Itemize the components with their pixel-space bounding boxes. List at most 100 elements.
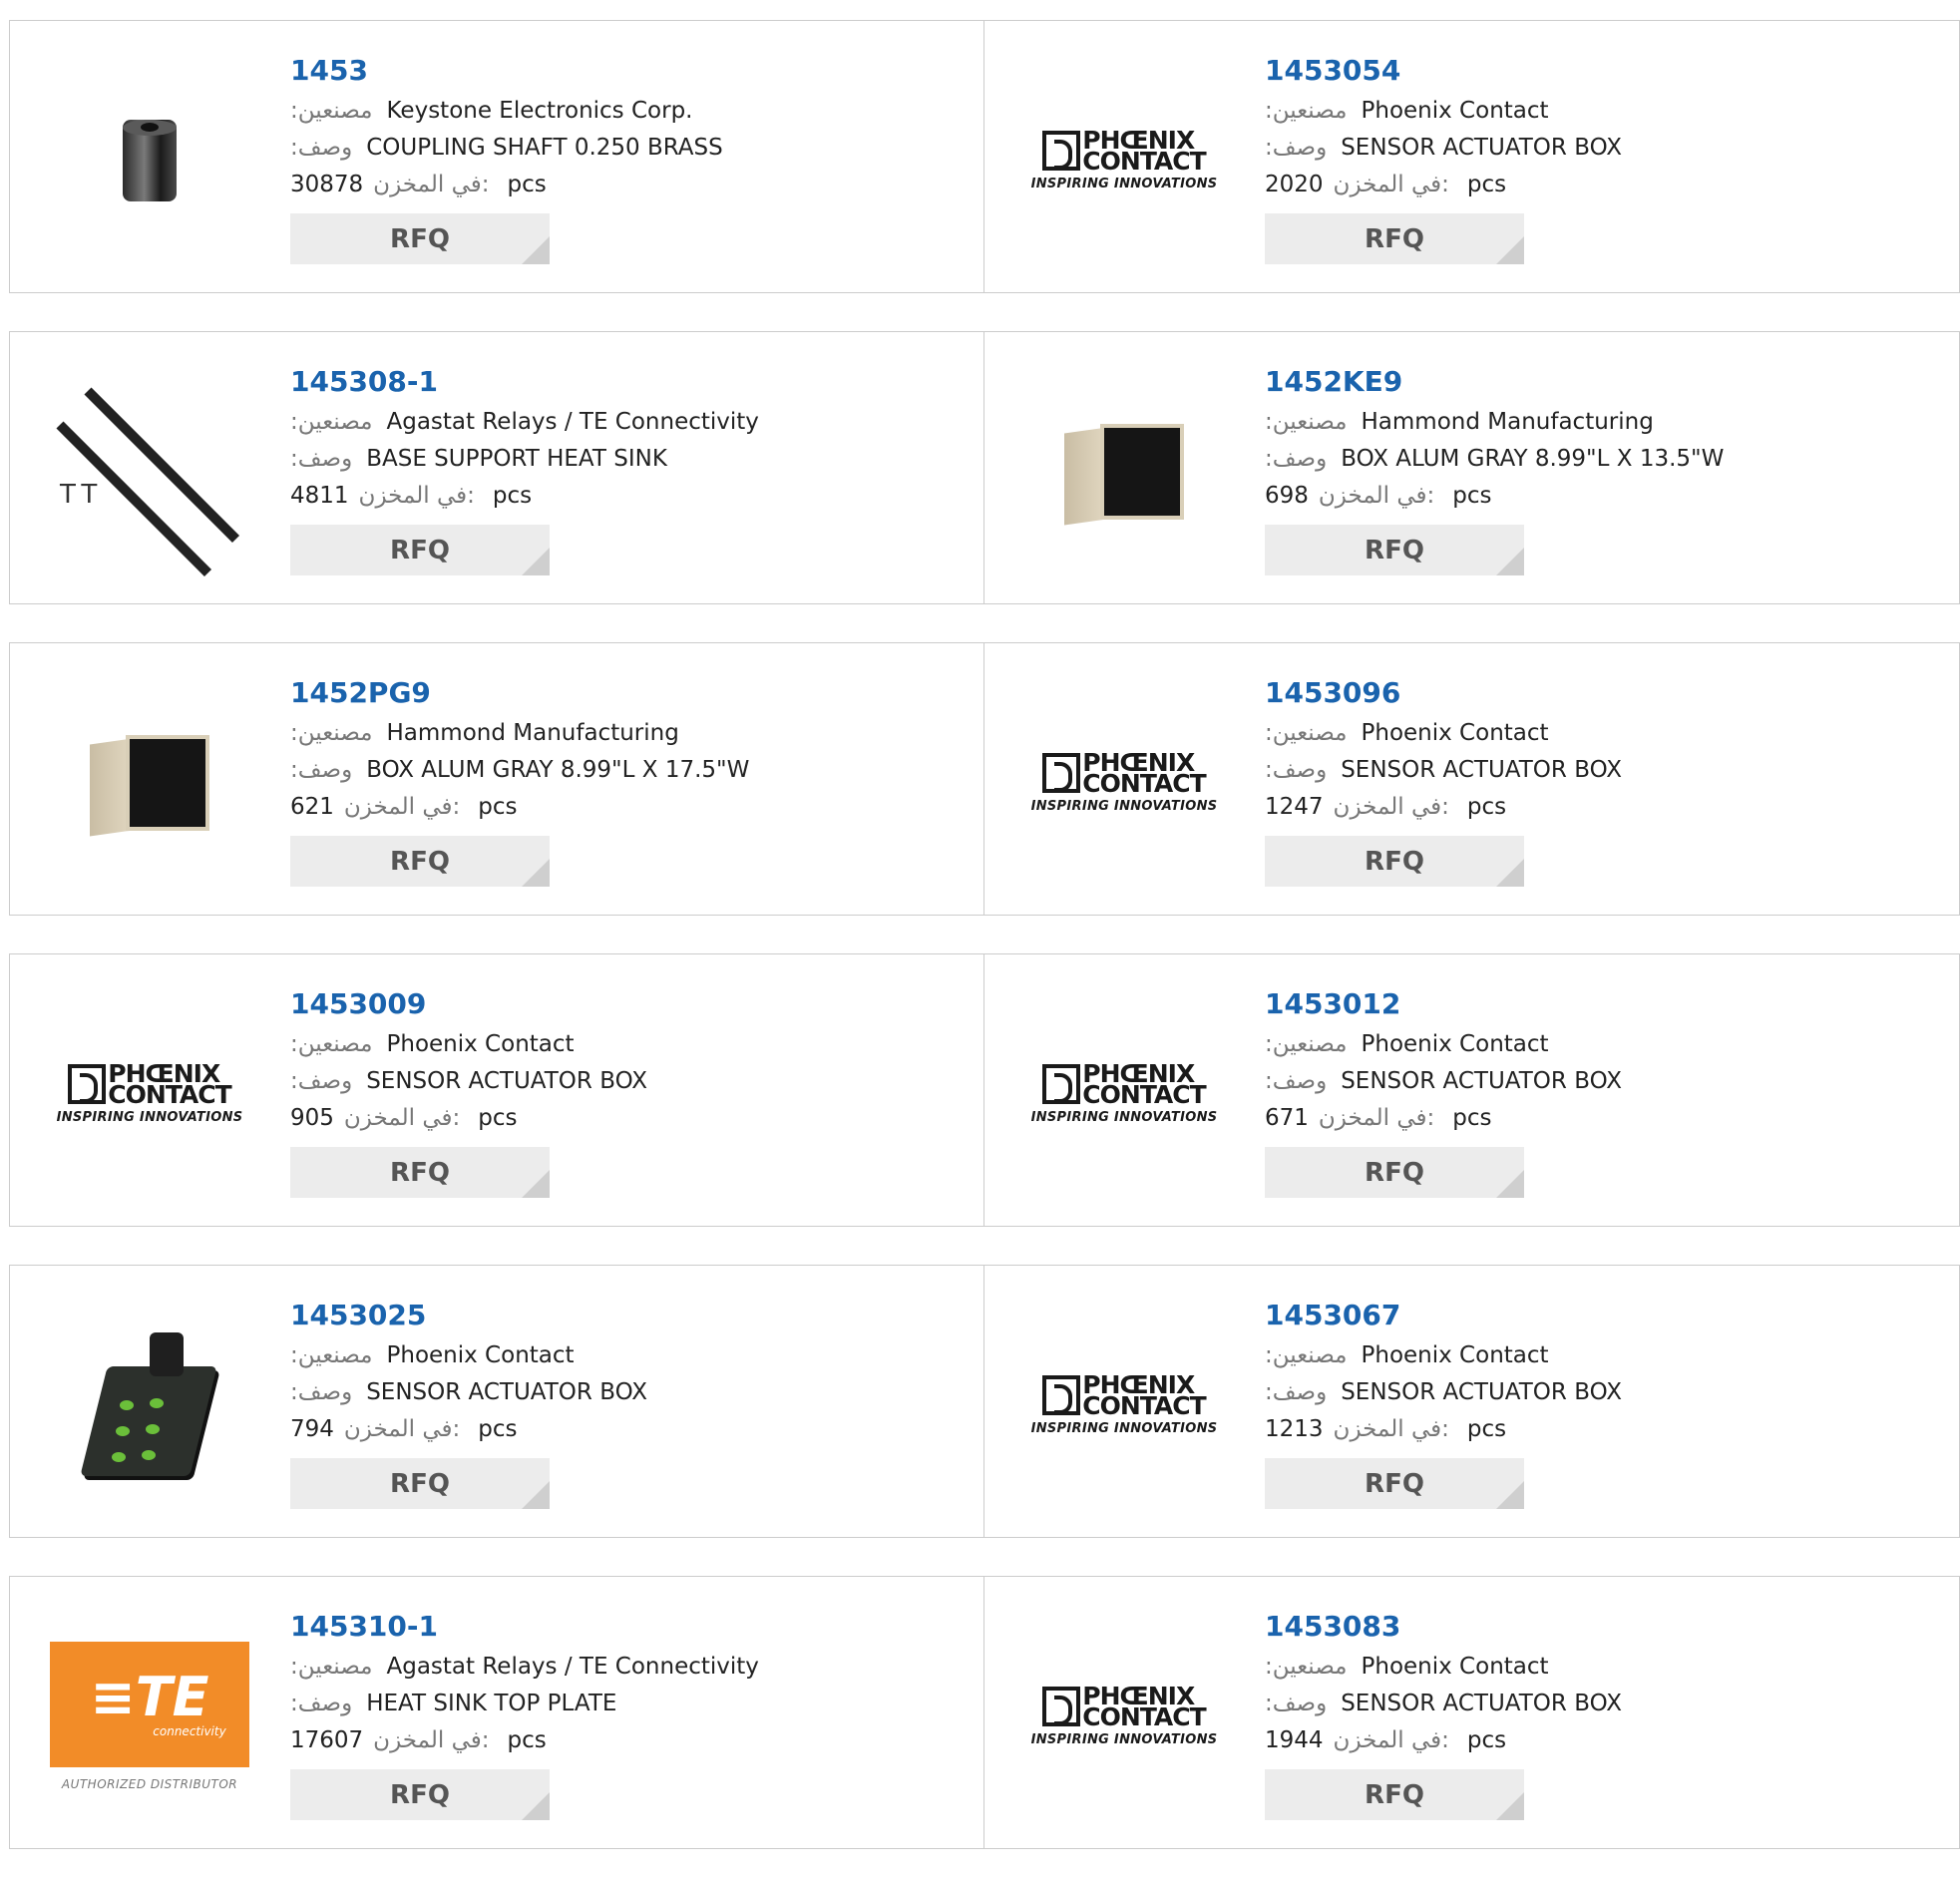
manufacturer-value: Phoenix Contact [1361,1031,1549,1057]
stock-line: 671 في المخزن: pcs [1265,1100,1622,1137]
stock-label: في المخزن: [1318,483,1435,509]
rfq-label: RFQ [1365,846,1424,877]
product-row: 1453025:مصنعين Phoenix Contact:وصف SENSOR … [9,1265,1960,1538]
part-number-link[interactable]: 1453054 [1265,49,1622,93]
phoenix-contact-logo: PHŒNIX CONTACT INSPIRING INNOVATIONS [1030,1682,1218,1747]
description-value: SENSOR ACTUATOR BOX [1341,757,1622,783]
product-thumbnail[interactable]: PHŒNIX CONTACT INSPIRING INNOVATIONS [1024,1617,1224,1816]
description-line: :وصف SENSOR ACTUATOR BOX [290,1063,647,1100]
phoenix-mark-icon [68,1064,107,1104]
manufacturer-line: :مصنعين Agastat Relays / TE Connectivity [290,1649,759,1686]
product-thumbnail[interactable]: PHŒNIX CONTACT INSPIRING INNOVATIONS [1024,1306,1224,1505]
product-info: 1452PG9:مصنعين Hammond Manufacturing:وصف B… [290,671,749,887]
product-row: TT 145308-1:مصنعين Agastat Relays / TE Con… [9,331,1960,604]
product-thumbnail[interactable]: PHŒNIX CONTACT INSPIRING INNOVATIONS [1024,61,1224,260]
part-number-link[interactable]: 1452PG9 [290,671,749,715]
part-number-link[interactable]: 1453009 [290,982,647,1026]
phoenix-mark-icon [1042,131,1081,171]
heat-sink-image: TT [50,372,249,577]
rfq-button[interactable]: RFQ [290,1458,550,1509]
manufacturer-value: Phoenix Contact [1361,1342,1549,1368]
product-thumbnail[interactable]: PHŒNIX CONTACT INSPIRING INNOVATIONS [1024,683,1224,883]
corner-triangle-icon [1496,548,1524,575]
description-label: :وصف [290,1379,353,1405]
rfq-button[interactable]: RFQ [1265,1769,1524,1820]
manufacturer-label: :مصنعين [290,720,373,746]
product-info: 1453096:مصنعين Phoenix Contact:وصف SENSOR … [1265,671,1622,887]
product-thumbnail[interactable] [50,683,249,883]
product-card: TT 145308-1:مصنعين Agastat Relays / TE Con… [9,331,984,604]
manufacturer-line: :مصنعين Hammond Manufacturing [290,715,749,752]
part-number-link[interactable]: 1453 [290,49,723,93]
product-row: ≡TE connectivity AUTHORIZED DISTRIBUTOR 145… [9,1576,1960,1849]
stock-line: 698 في المخزن: pcs [1265,478,1724,515]
manufacturer-line: :مصنعين Keystone Electronics Corp. [290,93,723,130]
manufacturer-line: :مصنعين Phoenix Contact [1265,1026,1622,1063]
rfq-button[interactable]: RFQ [1265,213,1524,264]
part-number-link[interactable]: 1452KE9 [1265,360,1724,404]
stock-line: 621 في المخزن: pcs [290,789,749,826]
part-number-link[interactable]: 1453083 [1265,1605,1622,1649]
part-number-link[interactable]: 1453012 [1265,982,1622,1026]
product-thumbnail[interactable] [50,1306,249,1505]
rfq-button[interactable]: RFQ [1265,1147,1524,1198]
stock-line: 794 في المخزن: pcs [290,1411,647,1448]
product-card: PHŒNIX CONTACT INSPIRING INNOVATIONS 145308… [984,1576,1960,1849]
rfq-button[interactable]: RFQ [290,213,550,264]
rfq-label: RFQ [390,846,450,877]
product-info: 1453067:مصنعين Phoenix Contact:وصف SENSOR … [1265,1294,1622,1509]
part-number-link[interactable]: 145310-1 [290,1605,759,1649]
manufacturer-line: :مصنعين Agastat Relays / TE Connectivity [290,404,759,441]
part-number-link[interactable]: 1453025 [290,1294,647,1337]
part-number-link[interactable]: 145308-1 [290,360,759,404]
description-value: SENSOR ACTUATOR BOX [1341,1068,1622,1094]
corner-triangle-icon [1496,1481,1524,1509]
product-card: PHŒNIX CONTACT INSPIRING INNOVATIONS 145309… [984,642,1960,916]
part-number-link[interactable]: 1453067 [1265,1294,1622,1337]
manufacturer-line: :مصنعين Phoenix Contact [1265,1649,1622,1686]
product-info: 1453:مصنعين Keystone Electronics Corp.:وص… [290,49,723,264]
product-thumbnail[interactable]: PHŒNIX CONTACT INSPIRING INNOVATIONS [1024,994,1224,1194]
manufacturer-label: :مصنعين [290,1342,373,1368]
rfq-button[interactable]: RFQ [290,1147,550,1198]
rfq-button[interactable]: RFQ [1265,525,1524,575]
manufacturer-line: :مصنعين Hammond Manufacturing [1265,404,1724,441]
part-number-link[interactable]: 1453096 [1265,671,1622,715]
rfq-button[interactable]: RFQ [1265,836,1524,887]
stock-unit: pcs [492,483,533,509]
stock-value: 1944 [1265,1727,1324,1753]
manufacturer-line: :مصنعين Phoenix Contact [1265,715,1622,752]
rfq-button[interactable]: RFQ [290,525,550,575]
product-card: ≡TE connectivity AUTHORIZED DISTRIBUTOR 145… [9,1576,984,1849]
stock-line: 17607 في المخزن: pcs [290,1722,759,1759]
description-line: :وصف BOX ALUM GRAY 8.99"L X 13.5"W [1265,441,1724,478]
product-thumbnail[interactable] [50,61,249,260]
stock-line: 30878 في المخزن: pcs [290,167,723,203]
product-thumbnail[interactable]: PHŒNIX CONTACT INSPIRING INNOVATIONS [50,994,249,1194]
stock-unit: pcs [478,794,518,820]
phoenix-mark-icon [1042,1375,1081,1415]
stock-unit: pcs [507,172,547,197]
manufacturer-label: :مصنعين [290,1654,373,1680]
stock-line: 1247 في المخزن: pcs [1265,789,1622,826]
manufacturer-line: :مصنعين Phoenix Contact [290,1337,647,1374]
manufacturer-label: :مصنعين [1265,1031,1348,1057]
manufacturer-value: Phoenix Contact [386,1342,575,1368]
rfq-button[interactable]: RFQ [290,836,550,887]
stock-line: 2020 في المخزن: pcs [1265,167,1622,203]
product-thumbnail[interactable] [1024,372,1224,571]
product-info: 1453083:مصنعين Phoenix Contact:وصف SENSOR … [1265,1605,1622,1820]
product-card: 1452KE9:مصنعين Hammond Manufacturing:وصف B… [984,331,1960,604]
description-label: :وصف [290,446,353,472]
product-row: PHŒNIX CONTACT INSPIRING INNOVATIONS 145300… [9,953,1960,1227]
description-label: :وصف [1265,1379,1328,1405]
manufacturer-value: Hammond Manufacturing [1361,409,1654,435]
description-line: :وصف COUPLING SHAFT 0.250 BRASS [290,130,723,167]
rfq-button[interactable]: RFQ [1265,1458,1524,1509]
product-row: 1452PG9:مصنعين Hammond Manufacturing:وصف B… [9,642,1960,916]
coupling-image [123,120,177,201]
product-thumbnail[interactable]: TT [50,372,249,577]
product-thumbnail[interactable]: ≡TE connectivity AUTHORIZED DISTRIBUTOR [50,1617,249,1816]
product-info: 1452KE9:مصنعين Hammond Manufacturing:وصف B… [1265,360,1724,575]
rfq-button[interactable]: RFQ [290,1769,550,1820]
